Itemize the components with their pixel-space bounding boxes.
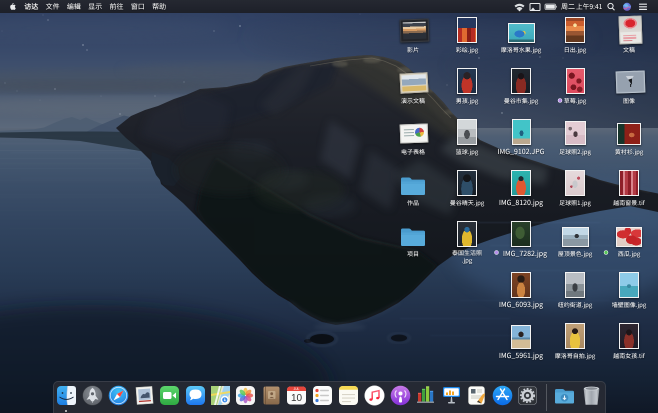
svg-text:10: 10 <box>290 393 302 404</box>
svg-text:JUL: JUL <box>293 387 299 391</box>
